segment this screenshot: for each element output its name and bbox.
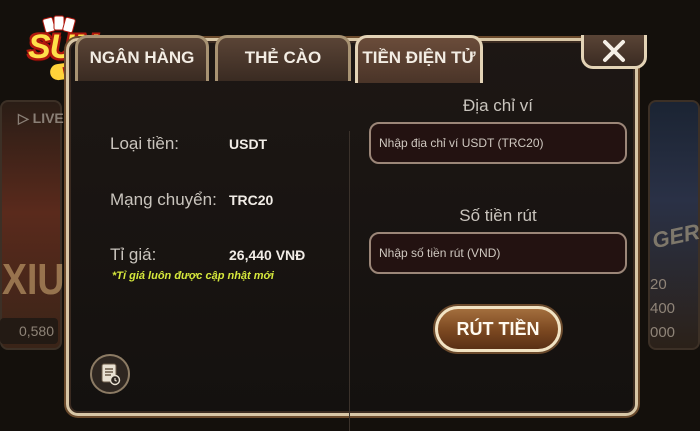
rate-label: Tỉ giá: [110,245,157,264]
withdraw-button-label: RÚT TIỀN [456,319,540,339]
tab-label: TIỀN ĐIỆN TỬ [362,48,476,67]
tab-label: NGÂN HÀNG [89,48,195,67]
wallet-address-label: Địa chỉ ví [463,96,533,115]
withdraw-button[interactable]: RÚT TIỀN [435,306,561,352]
network-value: TRC20 [229,192,274,208]
history-button[interactable] [90,354,130,394]
network-label: Mạng chuyển: [110,190,217,209]
amount-input[interactable] [369,232,627,274]
amount-label: Số tiền rút [459,206,537,225]
column-divider [349,131,350,431]
live-badge: ▷ LIVE [18,110,64,126]
rate-note: *Tỉ giá luôn được cập nhật mới [112,270,274,282]
live-icon: ▷ [18,110,33,126]
rate-value: 26,440 VNĐ [229,247,306,263]
close-icon [603,39,625,62]
background-game-title: XIU [2,255,65,304]
tab-label: THẺ CÀO [244,48,322,67]
wallet-address-input[interactable] [369,122,627,164]
background-amount-right-3: 000 [650,324,676,341]
close-button[interactable] [581,35,647,69]
currency-value: USDT [229,136,268,152]
background-amount-left: 0,580 [0,318,58,344]
currency-label: Loại tiền: [110,134,179,153]
background-game-card-left [0,100,62,350]
history-document-icon [101,363,121,386]
tab-bank[interactable]: NGÂN HÀNG [75,35,209,81]
tab-crypto[interactable]: TIỀN ĐIỆN TỬ [355,35,483,83]
background-amount-right-2: 400 [650,300,676,317]
background-amount-right-1: 20 [650,276,667,293]
tab-card[interactable]: THẺ CÀO [215,35,351,81]
withdraw-dialog: NGÂN HÀNG THẺ CÀO TIỀN ĐIỆN TỬ [66,35,647,431]
